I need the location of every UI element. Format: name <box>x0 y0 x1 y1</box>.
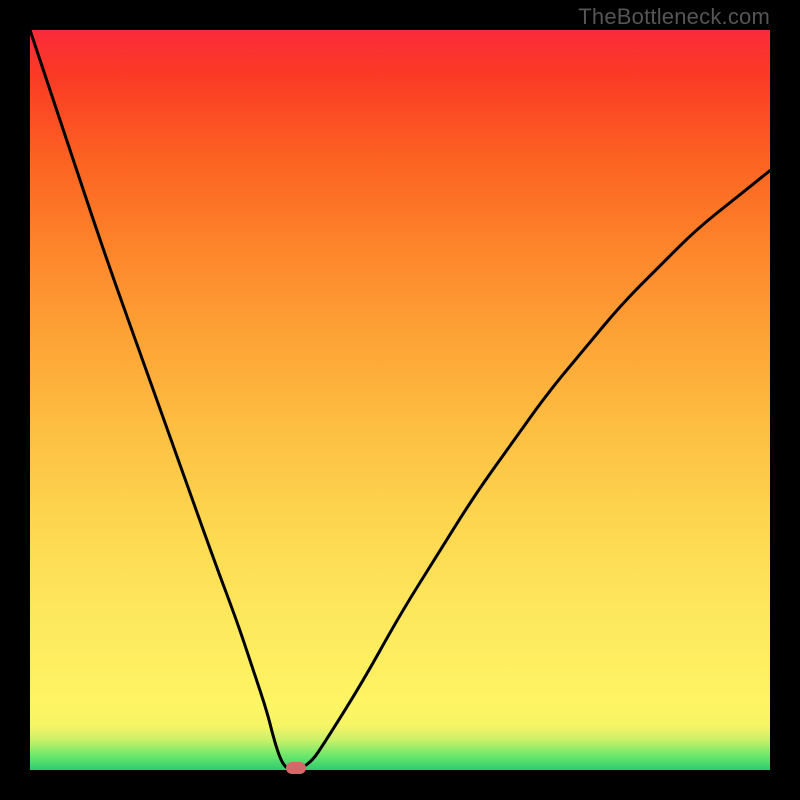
watermark-text: TheBottleneck.com <box>578 4 770 30</box>
bottleneck-curve <box>30 30 770 770</box>
plot-area <box>30 30 770 770</box>
optimal-point-marker <box>286 762 306 774</box>
chart-frame: TheBottleneck.com <box>0 0 800 800</box>
